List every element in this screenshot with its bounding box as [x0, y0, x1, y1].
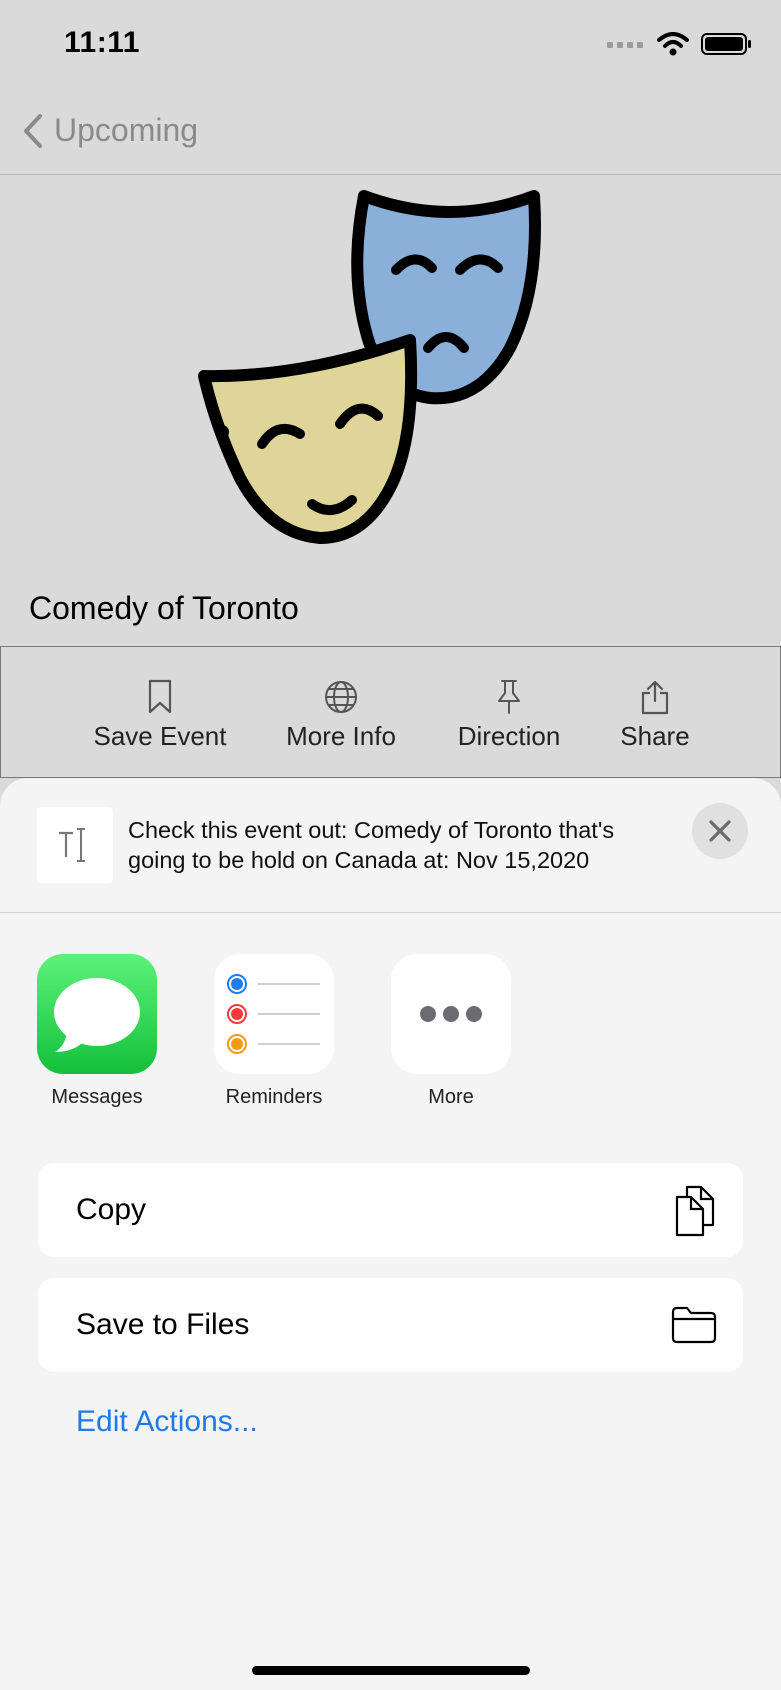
more-info-label: More Info: [286, 721, 396, 751]
status-indicators: [607, 32, 753, 56]
copy-icon: [675, 1185, 715, 1237]
more-icon: [391, 954, 511, 1074]
save-to-files-label: Save to Files: [76, 1308, 250, 1341]
direction-label: Direction: [457, 721, 561, 751]
copy-action-row[interactable]: Copy: [38, 1163, 743, 1257]
text-preview-thumbnail: [37, 807, 113, 883]
more-info-button[interactable]: More Info: [281, 679, 401, 752]
bookmark-icon: [148, 679, 172, 714]
globe-icon: [325, 681, 357, 713]
share-app-more[interactable]: More: [390, 954, 512, 1109]
back-button[interactable]: Upcoming: [22, 112, 198, 149]
messages-icon: [37, 954, 157, 1074]
reminders-icon: [214, 954, 334, 1074]
share-icon: [641, 680, 669, 715]
event-title: Comedy of Toronto: [29, 590, 299, 626]
share-app-reminders[interactable]: Reminders: [213, 954, 335, 1109]
close-button[interactable]: [692, 803, 748, 859]
app-label-reminders: Reminders: [225, 1086, 323, 1108]
folder-icon: [671, 1306, 717, 1344]
close-icon: [709, 820, 731, 842]
share-label: Share: [620, 721, 690, 751]
save-event-label: Save Event: [93, 721, 227, 751]
edit-actions-link[interactable]: Edit Actions...: [76, 1405, 258, 1439]
cellular-signal-icon: [607, 42, 643, 48]
back-label: Upcoming: [54, 112, 199, 148]
text-document-icon: [59, 828, 85, 862]
direction-button[interactable]: Direction: [451, 679, 567, 752]
wifi-icon: [657, 32, 689, 56]
pin-icon: [498, 680, 520, 714]
save-event-button[interactable]: Save Event: [93, 679, 227, 752]
status-time: 11:11: [64, 26, 140, 59]
copy-label: Copy: [76, 1193, 147, 1226]
share-app-messages[interactable]: Messages: [36, 954, 158, 1109]
chevron-left-icon: [24, 113, 42, 148]
app-label-messages: Messages: [51, 1086, 143, 1108]
event-action-bar: Save Event More Info Direction Share: [0, 646, 781, 778]
theatre-masks-image: [198, 190, 541, 544]
app-label-more: More: [428, 1086, 474, 1108]
battery-icon: [701, 33, 751, 55]
share-button[interactable]: Share: [613, 679, 697, 752]
home-indicator: [252, 1666, 530, 1675]
sheet-divider: [0, 912, 781, 913]
save-to-files-action-row[interactable]: Save to Files: [38, 1278, 743, 1372]
share-preview-text: Check this event out: Comedy of Toronto …: [128, 817, 615, 873]
